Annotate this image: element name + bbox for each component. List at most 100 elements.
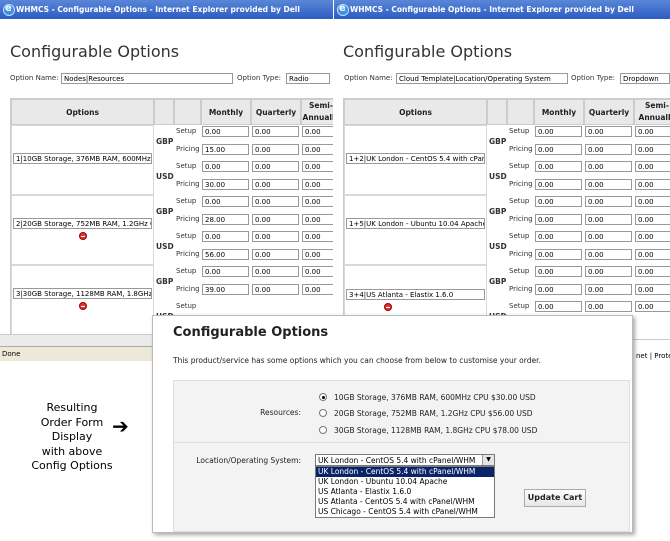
option-type-select[interactable]: Radio (286, 73, 330, 84)
price-input[interactable]: 0.00 (635, 266, 670, 277)
price-input[interactable]: 0.00 (252, 249, 299, 260)
delete-icon[interactable] (384, 303, 392, 311)
price-input[interactable]: 0.00 (585, 161, 632, 172)
option-name-field[interactable]: 3+4|US Atlanta - Elastix 1.6.0 (346, 289, 485, 300)
price-input[interactable]: 0.00 (585, 266, 632, 277)
price-input[interactable]: 0.00 (585, 231, 632, 242)
price-input[interactable]: 0.00 (302, 214, 333, 225)
price-input[interactable]: 0.00 (252, 266, 299, 277)
option-name-field[interactable]: 3|30GB Storage, 1128MB RAM, 1.8GHz CPU (13, 288, 152, 299)
price-input[interactable]: 0.00 (202, 266, 249, 277)
price-input[interactable]: 0.00 (535, 214, 582, 225)
price-input[interactable]: 0.00 (535, 266, 582, 277)
price-input[interactable]: 0.00 (535, 179, 582, 190)
price-input[interactable]: 0.00 (535, 231, 582, 242)
price-input[interactable]: 0.00 (302, 266, 333, 277)
resource-radio[interactable] (319, 409, 327, 417)
price-input[interactable]: 15.00 (202, 144, 249, 155)
option-name-input[interactable]: Cloud Template|Location/Operating System (396, 73, 568, 84)
currency-gbp: GBP (156, 137, 174, 146)
price-input[interactable]: 0.00 (585, 144, 632, 155)
price-input[interactable]: 0.00 (535, 196, 582, 207)
option-name-field[interactable]: 1|10GB Storage, 376MB RAM, 600MHz CPU (13, 153, 152, 164)
resource-radio[interactable] (319, 426, 327, 434)
price-input[interactable]: 0.00 (585, 214, 632, 225)
price-input[interactable]: 0.00 (302, 179, 333, 190)
price-input[interactable]: 0.00 (302, 284, 333, 295)
price-input[interactable]: 0.00 (535, 126, 582, 137)
price-input[interactable]: 0.00 (585, 249, 632, 260)
window-titlebar: WHMCS - Configurable Options - Internet … (334, 0, 670, 19)
price-input[interactable]: 0.00 (585, 126, 632, 137)
price-input[interactable]: 56.00 (202, 249, 249, 260)
price-input[interactable]: 0.00 (635, 161, 670, 172)
location-select[interactable]: UK London - CentOS 5.4 with cPanel/WHM ▼ (315, 454, 495, 466)
option-type-select[interactable]: Dropdown (620, 73, 670, 84)
delete-icon[interactable] (79, 302, 87, 310)
price-input[interactable]: 0.00 (635, 144, 670, 155)
price-input[interactable]: 39.00 (202, 284, 249, 295)
price-input[interactable]: 0.00 (535, 301, 582, 312)
price-input[interactable]: 0.00 (302, 161, 333, 172)
price-input[interactable]: 28.00 (202, 214, 249, 225)
price-input[interactable]: 0.00 (635, 196, 670, 207)
price-input[interactable]: 0.00 (252, 231, 299, 242)
price-input[interactable]: 0.00 (202, 161, 249, 172)
price-input[interactable]: 0.00 (635, 126, 670, 137)
pricing-label: Pricing (176, 250, 200, 258)
price-input[interactable]: 30.00 (202, 179, 249, 190)
price-input[interactable]: 0.00 (252, 126, 299, 137)
update-cart-button[interactable]: Update Cart (524, 489, 586, 507)
dropdown-option[interactable]: US Atlanta - CentOS 5.4 with cPanel/WHM (316, 497, 494, 507)
price-input[interactable]: 0.00 (535, 249, 582, 260)
page-title: Configurable Options (10, 42, 180, 61)
option-name-field[interactable]: 2|20GB Storage, 752MB RAM, 1.2GHz CPU (13, 218, 152, 229)
price-input[interactable]: 0.00 (252, 144, 299, 155)
price-input[interactable]: 0.00 (252, 179, 299, 190)
price-input[interactable]: 0.00 (302, 196, 333, 207)
option-name-field[interactable]: 1+2|UK London - CentOS 5.4 with cPanel/W… (346, 153, 485, 164)
price-input[interactable]: 0.00 (635, 179, 670, 190)
price-input[interactable]: 0.00 (535, 144, 582, 155)
price-input[interactable]: 0.00 (585, 301, 632, 312)
resource-radio[interactable] (319, 393, 327, 401)
price-input[interactable]: 0.00 (585, 196, 632, 207)
price-input[interactable]: 0.00 (202, 231, 249, 242)
pricing-label: Pricing (176, 180, 200, 188)
header-quarterly: Quarterly (251, 99, 301, 125)
price-input[interactable]: 0.00 (585, 179, 632, 190)
delete-icon[interactable] (79, 232, 87, 240)
price-input[interactable]: 0.00 (635, 301, 670, 312)
price-input[interactable]: 0.00 (535, 284, 582, 295)
header-blank-2 (174, 99, 201, 125)
resource-option-label: 10GB Storage, 376MB RAM, 600MHz CPU $30.… (334, 393, 536, 402)
price-input[interactable]: 0.00 (635, 214, 670, 225)
header-monthly: Monthly (534, 99, 584, 125)
price-input[interactable]: 0.00 (585, 284, 632, 295)
price-input[interactable]: 0.00 (252, 161, 299, 172)
price-input[interactable]: 0.00 (202, 126, 249, 137)
option-name-field[interactable]: 1+5|UK London - Ubuntu 10.04 Apache (346, 218, 485, 229)
dropdown-option[interactable]: UK London - CentOS 5.4 with cPanel/WHM (316, 467, 494, 477)
price-input[interactable]: 0.00 (252, 214, 299, 225)
price-input[interactable]: 0.00 (535, 161, 582, 172)
dropdown-option[interactable]: UK London - Ubuntu 10.04 Apache (316, 477, 494, 487)
price-input[interactable]: 0.00 (202, 196, 249, 207)
price-input[interactable]: 0.00 (635, 284, 670, 295)
price-input[interactable]: 0.00 (302, 249, 333, 260)
window-title: WHMCS - Configurable Options - Internet … (16, 5, 300, 14)
price-input[interactable]: 0.00 (252, 284, 299, 295)
header-blank-2 (507, 99, 534, 125)
dropdown-option[interactable]: US Chicago - CentOS 5.4 with cPanel/WHM (316, 507, 494, 517)
price-input[interactable]: 0.00 (252, 196, 299, 207)
price-input[interactable]: 0.00 (635, 249, 670, 260)
price-input[interactable]: 0.00 (302, 144, 333, 155)
price-input[interactable]: 0.00 (302, 231, 333, 242)
currency-gbp: GBP (489, 207, 507, 216)
dropdown-option[interactable]: US Atlanta - Elastix 1.6.0 (316, 487, 494, 497)
option-name-input[interactable]: Nodes|Resources (61, 73, 233, 84)
price-input[interactable]: 0.00 (302, 126, 333, 137)
price-input[interactable]: 0.00 (635, 231, 670, 242)
currency-gbp: GBP (489, 137, 507, 146)
chevron-down-icon[interactable]: ▼ (482, 455, 494, 465)
